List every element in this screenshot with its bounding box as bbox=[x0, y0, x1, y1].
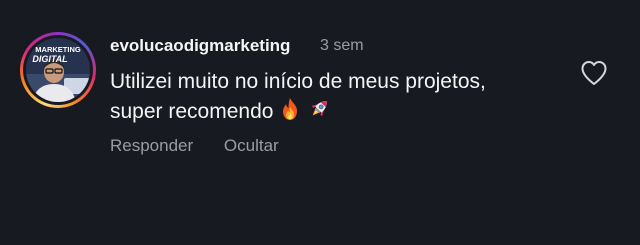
avatar-image: MARKETING DIGITAL bbox=[26, 38, 90, 102]
fire-icon bbox=[279, 97, 301, 130]
comment-username[interactable]: evolucaodigmarketing bbox=[110, 36, 290, 56]
comment-actions: Responder Ocultar bbox=[110, 136, 279, 156]
reply-button[interactable]: Responder bbox=[110, 136, 193, 156]
comment-item: MARKETING DIGITAL evolucaodigmarketing 3… bbox=[0, 0, 640, 245]
comment-time: 3 sem bbox=[320, 37, 364, 54]
hide-button[interactable]: Ocultar bbox=[224, 136, 279, 156]
comment-text-line-1: Utilizei muito no início de meus projeto… bbox=[110, 70, 486, 93]
comment-text-line-2-row: super recomendo bbox=[110, 97, 560, 130]
heart-icon[interactable] bbox=[580, 60, 608, 86]
avatar-text-2: DIGITAL bbox=[32, 54, 67, 64]
comment-text-line-2: super recomendo bbox=[110, 100, 274, 123]
avatar-text-1: MARKETING bbox=[35, 45, 81, 54]
comment-text: Utilizei muito no início de meus projeto… bbox=[110, 67, 560, 130]
rocket-icon bbox=[307, 97, 331, 130]
avatar[interactable]: MARKETING DIGITAL bbox=[20, 32, 96, 108]
avatar-border: MARKETING DIGITAL bbox=[23, 35, 93, 105]
avatar-picture: MARKETING DIGITAL bbox=[26, 38, 90, 102]
